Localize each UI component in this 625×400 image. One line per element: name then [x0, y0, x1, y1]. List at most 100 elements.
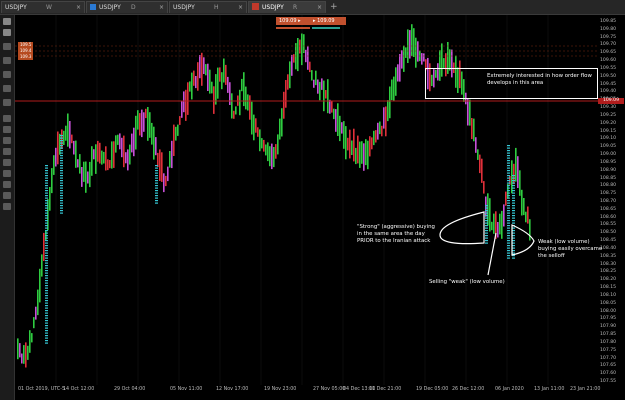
- candle: [501, 210, 503, 239]
- candle: [35, 306, 37, 320]
- indicators-icon[interactable]: [3, 71, 11, 78]
- chart-type-icon[interactable]: [3, 57, 11, 64]
- close-icon[interactable]: ×: [76, 2, 81, 14]
- ray-icon[interactable]: [3, 126, 11, 133]
- line-icon[interactable]: [3, 115, 11, 122]
- price-tick-label: 108.25: [600, 269, 617, 275]
- candle: [253, 114, 255, 141]
- vline-icon[interactable]: [3, 148, 11, 155]
- price-tick-label: 108.15: [600, 285, 617, 291]
- volume-tick: [45, 182, 48, 184]
- close-icon[interactable]: ×: [159, 2, 164, 14]
- level-tag[interactable]: 109.3: [18, 54, 34, 60]
- volume-tick: [507, 222, 510, 224]
- candle: [421, 53, 423, 65]
- tab-usdjpy-h[interactable]: USDJPY H ×: [169, 1, 247, 13]
- volume-tick: [45, 195, 48, 197]
- volume-tick: [512, 180, 515, 182]
- volume-tick: [60, 187, 63, 189]
- volume-tick: [507, 250, 510, 252]
- candle: [309, 61, 311, 73]
- price-tick-label: 107.80: [600, 339, 617, 345]
- tab-usdjpy-d[interactable]: USDJPY D ×: [86, 1, 168, 13]
- hand-icon[interactable]: [3, 99, 11, 106]
- candle: [271, 143, 273, 170]
- candle: [207, 63, 209, 91]
- volume-tick: [45, 165, 48, 167]
- volume-tick: [507, 192, 510, 194]
- volume-tick: [507, 247, 510, 249]
- tab-timeframe: R: [293, 4, 298, 11]
- volume-tick: [512, 220, 515, 222]
- volume-tick: [512, 175, 515, 177]
- ellipse-icon[interactable]: [3, 192, 11, 199]
- rectangle-icon[interactable]: [3, 181, 11, 188]
- volume-tick: [45, 340, 48, 342]
- candle: [315, 70, 317, 86]
- candle: [299, 39, 301, 54]
- price-tick-label: 108.80: [600, 183, 617, 189]
- price-tick-label: 107.75: [600, 347, 617, 353]
- price-tick-label: 109.30: [600, 105, 617, 111]
- add-tab-button[interactable]: +: [330, 1, 338, 13]
- volume-tick: [507, 227, 510, 229]
- volume-tick: [45, 280, 48, 282]
- candle: [287, 74, 289, 90]
- volume-tick: [512, 200, 515, 202]
- volume-tick: [507, 217, 510, 219]
- volume-tick: [45, 205, 48, 207]
- tab-timeframe: W: [46, 4, 52, 11]
- selling-annotation: Selling "weak" (low volume): [429, 279, 505, 285]
- tab-usdjpy-r[interactable]: USDJPY R ×: [248, 1, 326, 13]
- close-icon[interactable]: ×: [317, 2, 322, 14]
- volume-tick: [60, 195, 63, 197]
- candle: [355, 147, 357, 165]
- volume-tick: [485, 210, 488, 212]
- volume-tick: [45, 192, 48, 194]
- tab-usdjpy-w[interactable]: USDJPY W ×: [1, 1, 85, 13]
- candle: [197, 62, 199, 91]
- candle: [135, 115, 137, 150]
- text-icon[interactable]: [3, 203, 11, 210]
- sell-button[interactable]: 109.09 ▸: [276, 17, 310, 25]
- sell-indicator: [276, 27, 310, 29]
- volume-tick: [45, 250, 48, 252]
- candle: [153, 126, 155, 160]
- candle: [373, 130, 375, 146]
- volume-tick: [45, 327, 48, 329]
- volume-tick: [45, 215, 48, 217]
- volume-tick: [60, 137, 63, 139]
- candle: [257, 127, 259, 137]
- zoom-in-icon[interactable]: [3, 18, 11, 25]
- chart-type-icon: [252, 3, 259, 10]
- volume-tick: [512, 222, 515, 224]
- time-tick-label: 01 Oct 2019, UTC-5: [18, 387, 65, 392]
- time-tick-label: 23 Jan 21:00: [570, 387, 601, 392]
- candle: [221, 72, 223, 90]
- crosshair-icon[interactable]: [3, 43, 11, 50]
- zoom-out-icon[interactable]: [3, 29, 11, 36]
- channel-icon[interactable]: [3, 159, 11, 166]
- candle: [313, 79, 315, 88]
- hline-icon[interactable]: [3, 137, 11, 144]
- volume-tick: [155, 190, 158, 192]
- candle: [311, 70, 313, 81]
- candle: [129, 144, 131, 165]
- volume-tick: [512, 212, 515, 214]
- volume-tick: [60, 152, 63, 154]
- candle: [225, 64, 227, 85]
- volume-tick: [507, 170, 510, 172]
- volume-tick: [485, 212, 488, 214]
- fibonacci-icon[interactable]: [3, 170, 11, 177]
- candle: [325, 90, 327, 99]
- volume-tick: [45, 185, 48, 187]
- volume-tick: [512, 257, 515, 259]
- buy-button[interactable]: ▸ 109.09: [310, 17, 346, 25]
- candle: [19, 343, 21, 358]
- tab-label: USDJPY: [99, 4, 121, 11]
- volume-tick: [485, 240, 488, 242]
- objects-icon[interactable]: [3, 85, 11, 92]
- candle: [97, 140, 99, 162]
- candle: [335, 109, 337, 132]
- close-icon[interactable]: ×: [238, 2, 243, 14]
